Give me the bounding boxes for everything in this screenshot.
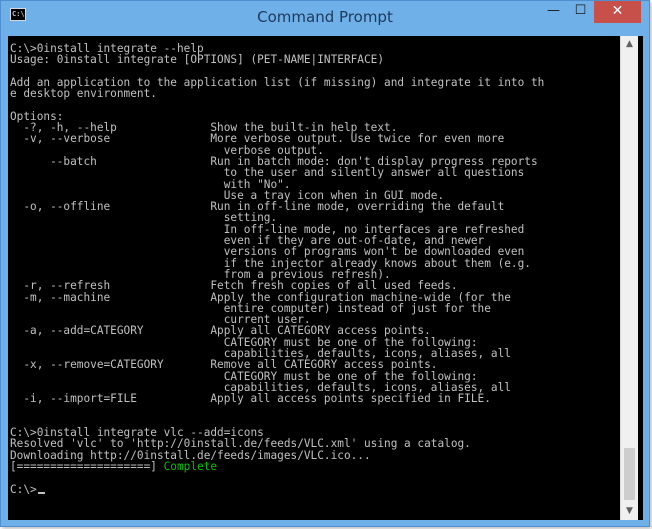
command-prompt-window: C:\. Command Prompt — ☐ ✕ C:\>0install i… [0,0,650,527]
status-complete-text: Complete [163,459,218,473]
console-line-text: C:\> [10,482,37,496]
console-line: C:\> [10,482,620,496]
scroll-down-arrow-icon[interactable]: ▼ [621,503,638,520]
maximize-button[interactable]: ☐ [567,1,594,23]
vertical-scrollbar[interactable]: ▲ ▼ [620,36,638,520]
console-area[interactable]: C:\>0install integrate --help Usage: 0ins… [8,36,643,520]
console-line-text: Usage: 0install integrate [OPTIONS] (PET… [10,53,385,67]
console-line: Usage: 0install integrate [OPTIONS] (PET… [10,54,620,65]
title-bar[interactable]: C:\. Command Prompt — ☐ ✕ [1,1,649,35]
console-line-text: e desktop environment. [10,87,157,101]
minimize-button[interactable]: — [540,1,567,23]
console-line-text: [====================] [10,459,164,473]
console-line-text: -i, --import=FILE Apply all access point… [10,392,491,406]
scroll-up-arrow-icon[interactable]: ▲ [621,36,638,53]
close-button[interactable]: ✕ [594,1,641,23]
console-output[interactable]: C:\>0install integrate --help Usage: 0ins… [10,43,620,495]
console-line: e desktop environment. [10,88,620,99]
scrollbar-thumb[interactable] [624,448,635,500]
console-line: [====================] Complete [10,461,620,472]
text-cursor [37,491,45,494]
console-line: -i, --import=FILE Apply all access point… [10,393,620,404]
